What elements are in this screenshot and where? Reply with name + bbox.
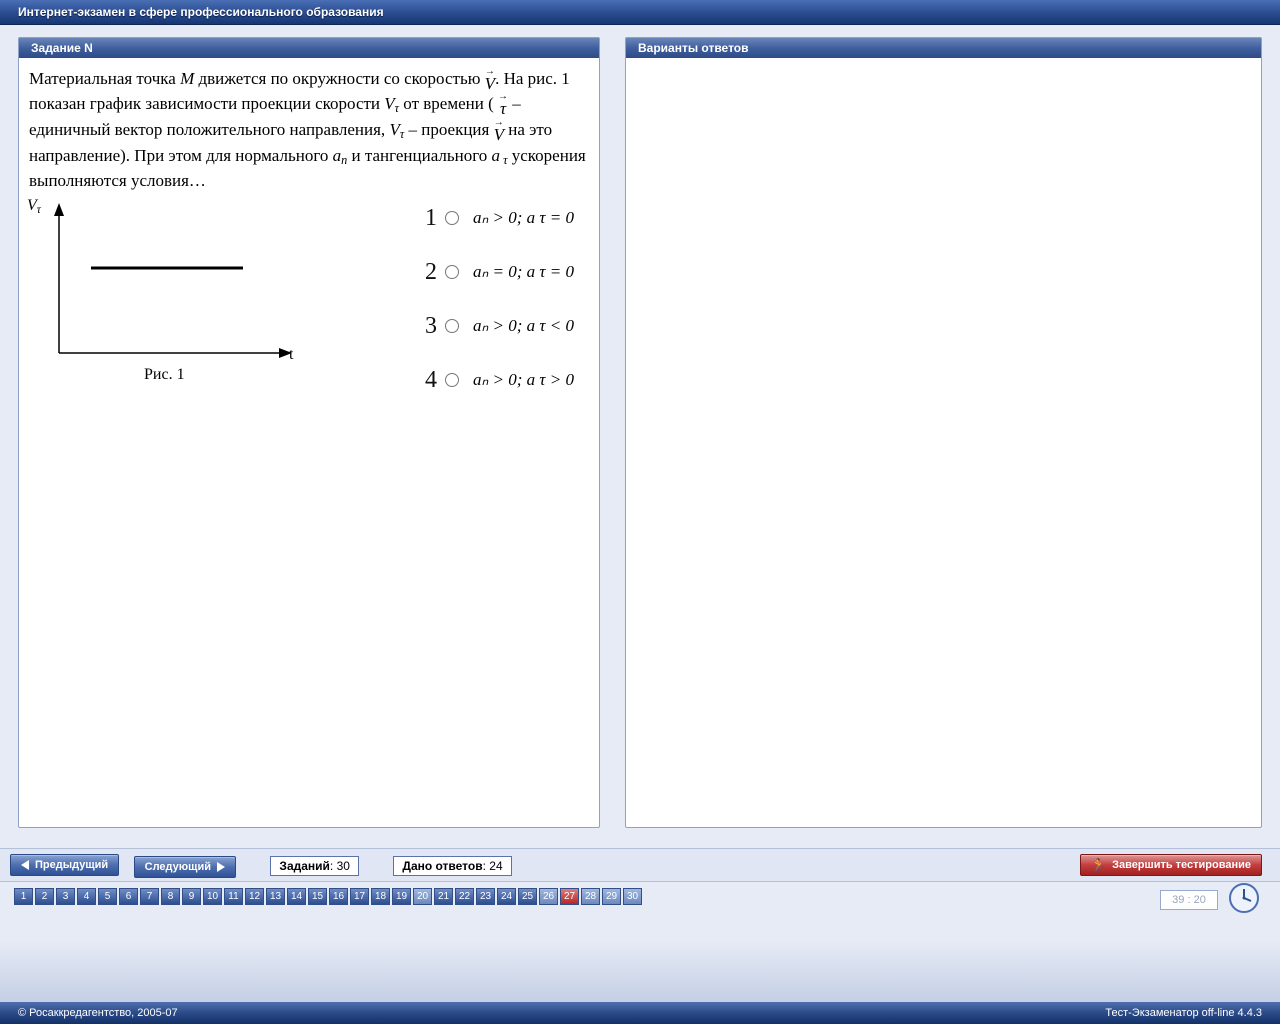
question-cell-15[interactable]: 15 (308, 888, 327, 905)
question-cell-16[interactable]: 16 (329, 888, 348, 905)
prev-label: Предыдущий (35, 859, 108, 871)
option-radio-1[interactable] (445, 211, 459, 225)
question-cell-26[interactable]: 26 (539, 888, 558, 905)
answer-option-4[interactable]: 4 aₙ > 0; a τ > 0 (417, 353, 574, 407)
question-cell-7[interactable]: 7 (140, 888, 159, 905)
timer-display: 39 : 20 (1160, 890, 1218, 910)
answers-panel: Варианты ответов (625, 37, 1262, 828)
answered-tasks: Дано ответов: 24 (393, 856, 511, 876)
axis-x-label: t (289, 343, 293, 366)
next-button[interactable]: Следующий (134, 856, 236, 878)
answer-option-3[interactable]: 3 aₙ > 0; a τ < 0 (417, 299, 574, 353)
question-grid: 1234567891011121314151617181920212223242… (14, 888, 642, 905)
question-cell-10[interactable]: 10 (203, 888, 222, 905)
option-radio-2[interactable] (445, 265, 459, 279)
option-number: 4 (417, 363, 437, 398)
prev-button[interactable]: Предыдущий (10, 854, 119, 876)
question-cell-2[interactable]: 2 (35, 888, 54, 905)
triangle-left-icon (21, 860, 29, 870)
question-cell-28[interactable]: 28 (581, 888, 600, 905)
finish-label: Завершить тестирование (1112, 859, 1251, 871)
question-cell-23[interactable]: 23 (476, 888, 495, 905)
question-cell-20[interactable]: 20 (413, 888, 432, 905)
answer-option-2[interactable]: 2 aₙ = 0; a τ = 0 (417, 245, 574, 299)
question-cell-4[interactable]: 4 (77, 888, 96, 905)
question-cell-13[interactable]: 13 (266, 888, 285, 905)
answer-options: 1 aₙ > 0; a τ = 0 2 aₙ = 0; a τ = 0 3 aₙ > 0;… (417, 191, 574, 407)
question-cell-25[interactable]: 25 (518, 888, 537, 905)
option-number: 1 (417, 201, 437, 236)
clock-icon (1228, 882, 1260, 914)
runner-icon: 🏃 (1091, 858, 1106, 872)
question-cell-17[interactable]: 17 (350, 888, 369, 905)
figure-1: Vτ t Рис. 1 (29, 198, 359, 388)
question-cell-21[interactable]: 21 (434, 888, 453, 905)
option-number: 3 (417, 309, 437, 344)
option-label: aₙ > 0; a τ < 0 (473, 314, 574, 339)
question-cell-12[interactable]: 12 (245, 888, 264, 905)
question-cell-19[interactable]: 19 (392, 888, 411, 905)
question-cell-8[interactable]: 8 (161, 888, 180, 905)
question-cell-1[interactable]: 1 (14, 888, 33, 905)
finish-button[interactable]: 🏃 Завершить тестирование (1080, 854, 1262, 876)
answers-body (626, 59, 1261, 827)
question-cell-11[interactable]: 11 (224, 888, 243, 905)
chart-svg (29, 198, 309, 373)
status-bar: © Росаккредагентство, 2005-07 Тест-Экзам… (0, 1002, 1280, 1024)
nav-bar: Предыдущий Следующий Заданий: 30 Дано от… (0, 848, 1280, 882)
question-cell-14[interactable]: 14 (287, 888, 306, 905)
next-label: Следующий (145, 861, 211, 873)
question-body: Материальная точка M движется по окружно… (19, 59, 599, 827)
question-cell-9[interactable]: 9 (182, 888, 201, 905)
question-cell-6[interactable]: 6 (119, 888, 138, 905)
window-title: Интернет-экзамен в сфере профессионально… (0, 0, 1280, 25)
question-prompt: Материальная точка M движется по окружно… (29, 67, 589, 194)
work-area: Задание N Материальная точка M движется … (0, 25, 1280, 838)
total-tasks: Заданий: 30 (270, 856, 359, 876)
answer-option-1[interactable]: 1 aₙ > 0; a τ = 0 (417, 191, 574, 245)
version-text: Тест-Экзаменатор off-line 4.4.3 (1105, 1002, 1262, 1024)
question-cell-27[interactable]: 27 (560, 888, 579, 905)
question-cell-3[interactable]: 3 (56, 888, 75, 905)
footer: Предыдущий Следующий Заданий: 30 Дано от… (0, 838, 1280, 1024)
option-label: aₙ > 0; a τ = 0 (473, 206, 574, 231)
option-radio-4[interactable] (445, 373, 459, 387)
option-label: aₙ > 0; a τ > 0 (473, 368, 574, 393)
answers-panel-header: Варианты ответов (626, 38, 1261, 58)
question-cell-30[interactable]: 30 (623, 888, 642, 905)
question-panel-header: Задание N (19, 38, 599, 58)
option-radio-3[interactable] (445, 319, 459, 333)
option-number: 2 (417, 255, 437, 290)
question-cell-29[interactable]: 29 (602, 888, 621, 905)
question-cell-18[interactable]: 18 (371, 888, 390, 905)
question-cell-22[interactable]: 22 (455, 888, 474, 905)
figure-caption: Рис. 1 (144, 363, 185, 386)
option-label: aₙ = 0; a τ = 0 (473, 260, 574, 285)
question-cell-24[interactable]: 24 (497, 888, 516, 905)
triangle-right-icon (217, 862, 225, 872)
question-cell-5[interactable]: 5 (98, 888, 117, 905)
copyright-text: © Росаккредагентство, 2005-07 (18, 1002, 178, 1024)
question-panel: Задание N Материальная точка M движется … (18, 37, 600, 828)
